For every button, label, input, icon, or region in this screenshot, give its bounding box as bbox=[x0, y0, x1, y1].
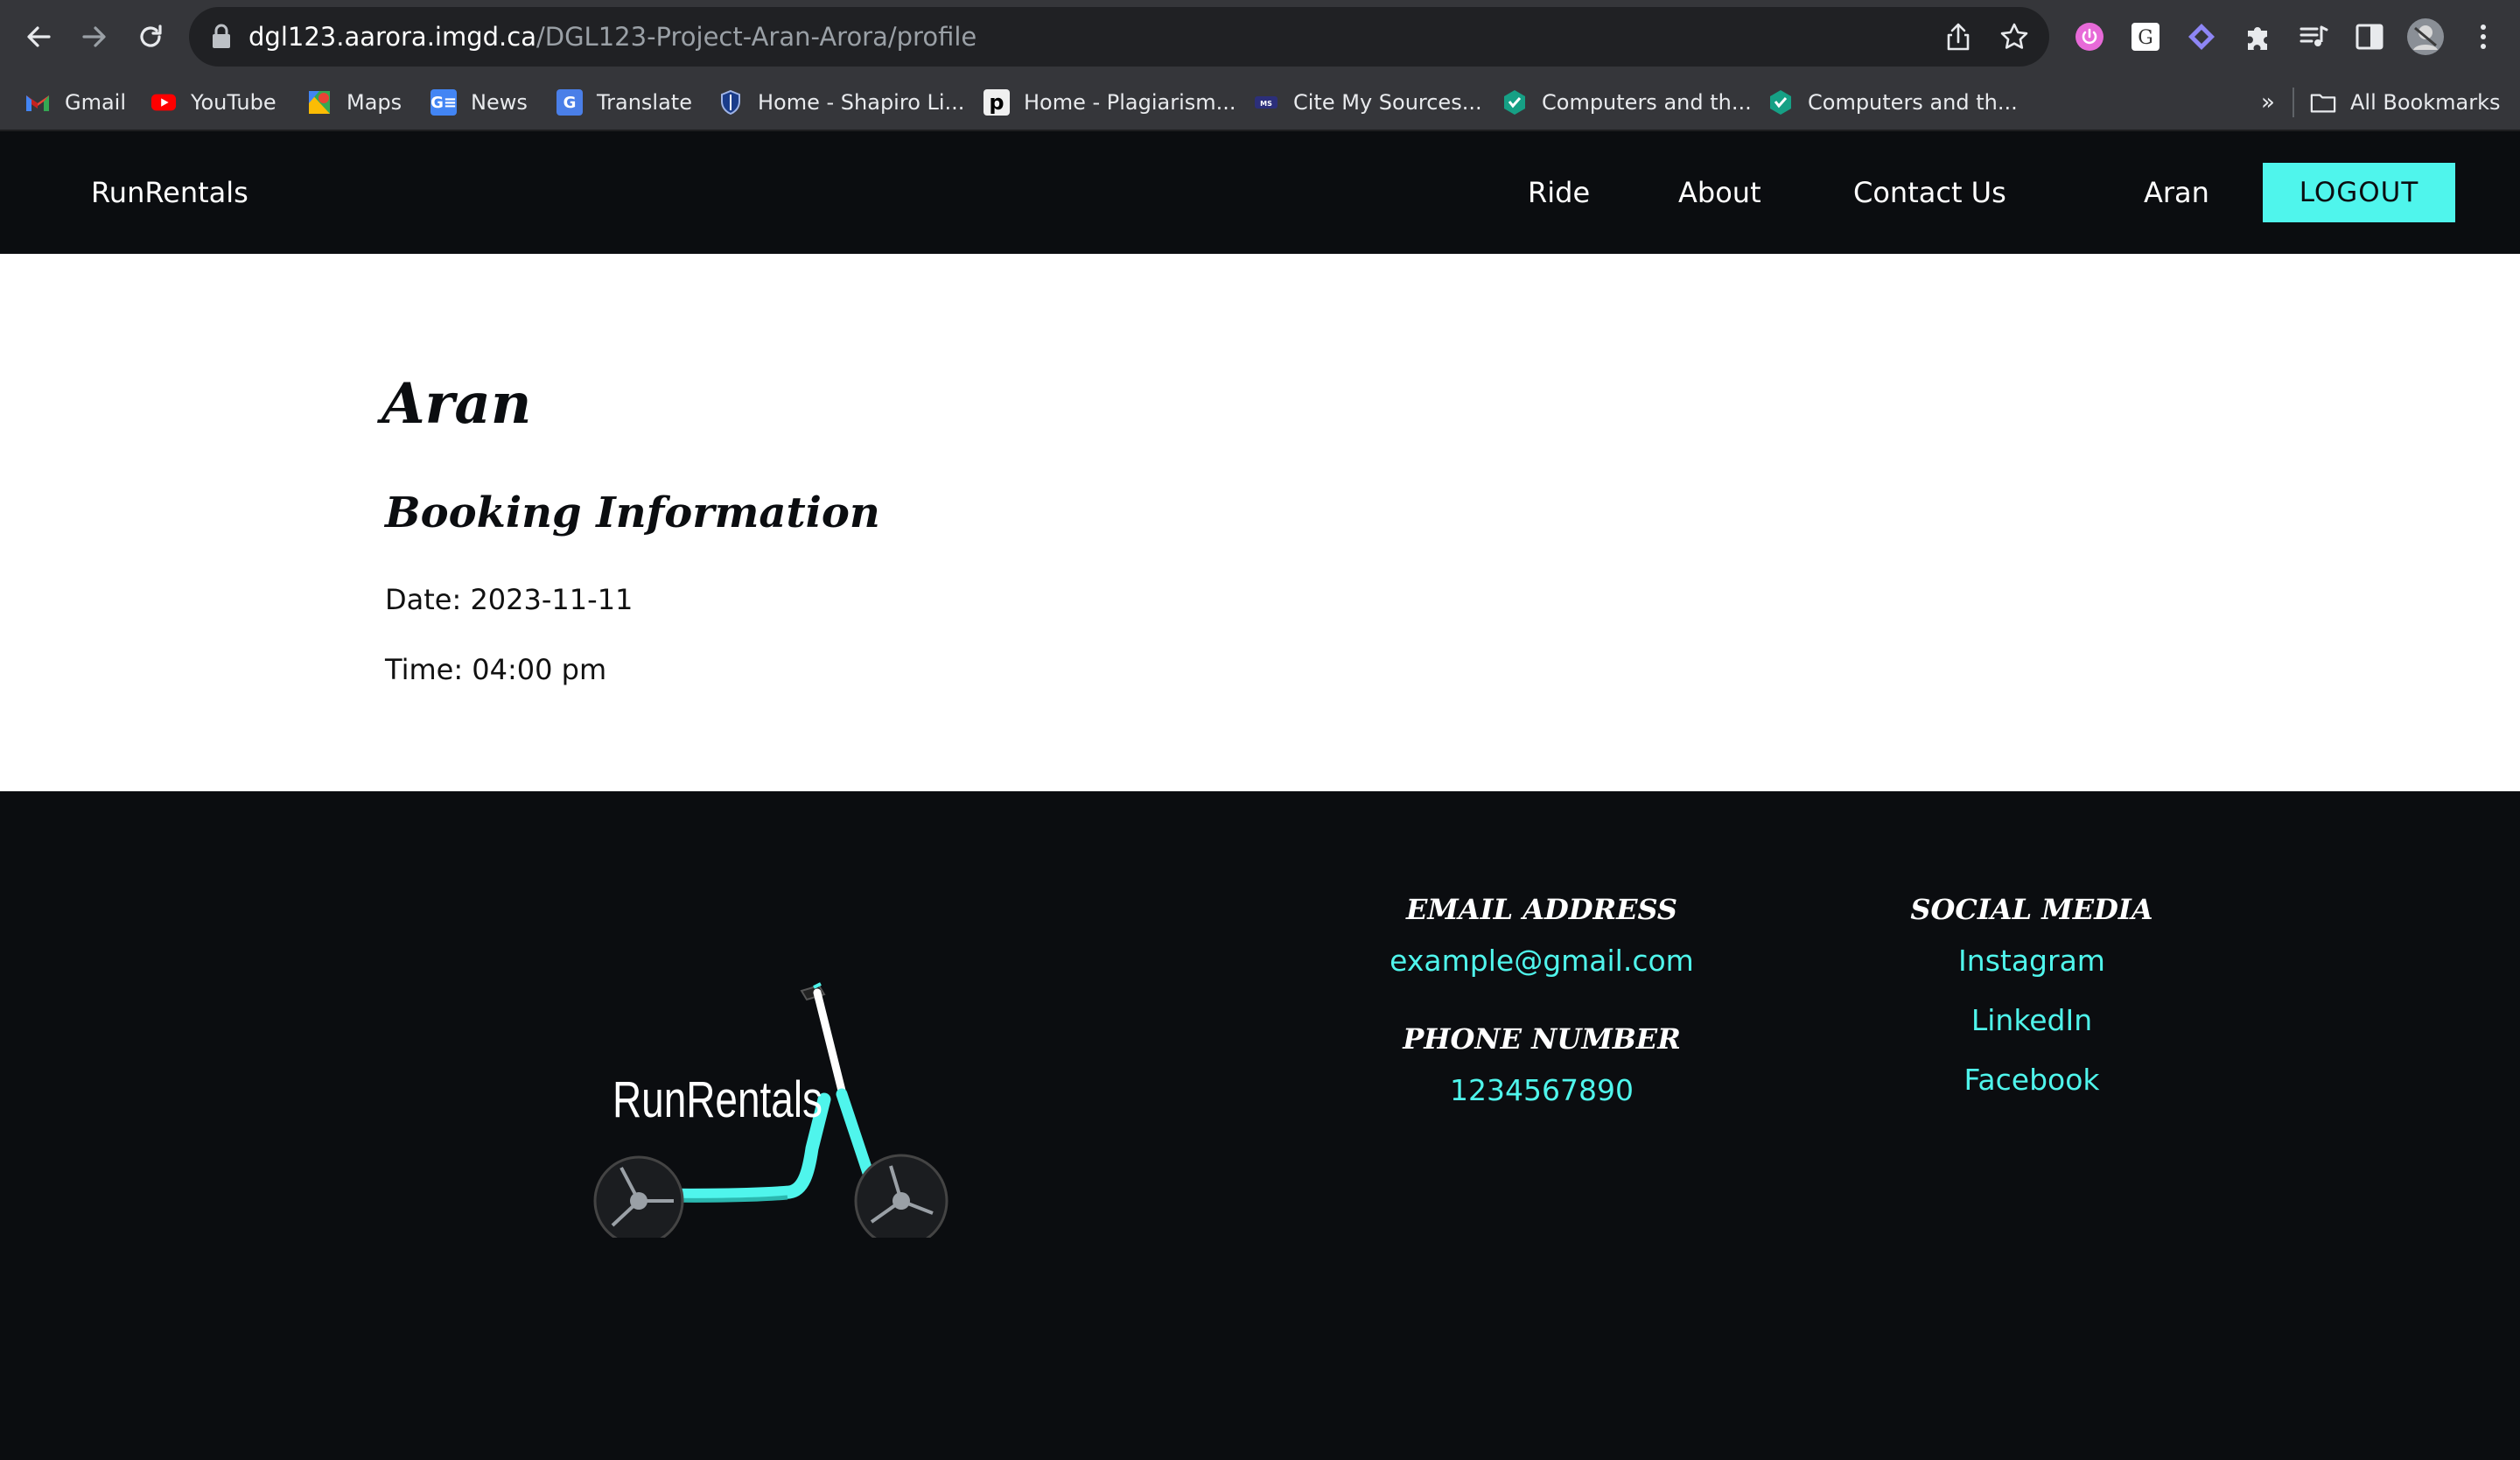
shield-icon bbox=[718, 89, 744, 116]
svg-text:G: G bbox=[2138, 27, 2153, 49]
folder-icon bbox=[2310, 89, 2336, 116]
cite-icon: MS bbox=[1253, 89, 1279, 116]
phone-link[interactable]: 1234567890 bbox=[1450, 1073, 1634, 1107]
bookmark-plagiarism[interactable]: p Home - Plagiarism... bbox=[984, 74, 1236, 131]
bookmark-label: Cite My Sources... bbox=[1293, 90, 1482, 115]
booking-date: Date: 2023-11-11 bbox=[385, 583, 634, 616]
linkedin-link[interactable]: LinkedIn bbox=[1971, 1003, 2092, 1037]
instagram-link[interactable]: Instagram bbox=[1958, 944, 2105, 978]
site-header: RunRentals Ride About Contact Us Aran LO… bbox=[0, 131, 2520, 254]
all-bookmarks-label: All Bookmarks bbox=[2350, 90, 2501, 115]
bookmark-computers-2[interactable]: Computers and th... bbox=[1768, 74, 2018, 131]
gmail-icon bbox=[24, 89, 51, 116]
nav-link-ride[interactable]: Ride bbox=[1528, 131, 1590, 254]
hexagon-icon bbox=[1768, 89, 1794, 116]
email-heading: EMAIL ADDRESS bbox=[1405, 893, 1678, 926]
url-path: /DGL123-Project-Aran-Arora/profile bbox=[536, 22, 977, 52]
more-bookmarks-button[interactable]: » bbox=[2261, 74, 2275, 131]
bookmark-label: Maps bbox=[346, 90, 402, 115]
logout-button[interactable]: LOGOUT bbox=[2263, 163, 2455, 222]
bookmark-label: Gmail bbox=[65, 90, 127, 115]
back-icon[interactable] bbox=[10, 0, 66, 74]
browser-toolbar: dgl123.aarora.imgd.ca/DGL123-Project-Ara… bbox=[0, 0, 2520, 74]
side-panel-icon[interactable] bbox=[2350, 18, 2389, 56]
media-control-icon[interactable] bbox=[2294, 18, 2333, 56]
booking-time: Time: 04:00 pm bbox=[385, 653, 607, 686]
facebook-link[interactable]: Facebook bbox=[1964, 1063, 2099, 1097]
email-link[interactable]: example@gmail.com bbox=[1390, 944, 1694, 978]
profile-avatar[interactable] bbox=[2406, 18, 2445, 56]
social-heading: SOCIAL MEDIA bbox=[1910, 893, 2153, 926]
bookmark-news[interactable]: G≡ News bbox=[430, 74, 528, 131]
footer-logo: RunRentals bbox=[560, 966, 962, 1257]
nav-user-link[interactable]: Aran bbox=[2144, 131, 2209, 254]
bookmarks-divider bbox=[2292, 88, 2294, 117]
bookmark-shapiro[interactable]: Home - Shapiro Li... bbox=[718, 74, 964, 131]
bookmark-star-icon[interactable] bbox=[1997, 19, 2032, 54]
plagiarism-icon: p bbox=[984, 89, 1010, 116]
diamond-extension-icon[interactable] bbox=[2182, 18, 2221, 56]
site-footer: RunRentals EMAIL ADDRESS example@gmail.c… bbox=[0, 791, 2520, 1460]
bookmark-label: News bbox=[471, 90, 528, 115]
share-icon[interactable] bbox=[1941, 19, 1976, 54]
booking-heading: Booking Information bbox=[385, 488, 880, 537]
svg-text:MS: MS bbox=[1260, 100, 1272, 108]
profile-name: Aran bbox=[382, 371, 532, 437]
nav-link-contact[interactable]: Contact Us bbox=[1853, 131, 2006, 254]
forward-icon[interactable] bbox=[66, 0, 122, 74]
hexagon-icon bbox=[1502, 89, 1528, 116]
url-host: dgl123.aarora.imgd.ca bbox=[248, 22, 536, 52]
profile-section: Aran Booking Information Date: 2023-11-1… bbox=[0, 254, 2520, 791]
bookmark-label: Home - Shapiro Li... bbox=[758, 90, 965, 115]
bookmark-youtube[interactable]: YouTube bbox=[150, 74, 276, 131]
lock-icon[interactable] bbox=[210, 23, 233, 51]
bookmark-label: Computers and th... bbox=[1808, 90, 2018, 115]
footer-logo-text: RunRentals bbox=[612, 1071, 822, 1128]
translate-icon: G bbox=[556, 89, 583, 116]
grammar-extension-icon[interactable]: G bbox=[2126, 18, 2165, 56]
address-bar[interactable]: dgl123.aarora.imgd.ca/DGL123-Project-Ara… bbox=[189, 7, 2049, 67]
nav-link-about[interactable]: About bbox=[1678, 131, 1761, 254]
puzzle-extensions-icon[interactable] bbox=[2238, 18, 2277, 56]
maps-icon bbox=[306, 89, 332, 116]
reload-icon[interactable] bbox=[122, 0, 178, 74]
bookmark-label: YouTube bbox=[191, 90, 276, 115]
phone-heading: PHONE NUMBER bbox=[1403, 1022, 1681, 1056]
youtube-icon bbox=[150, 89, 177, 116]
brand-link[interactable]: RunRentals bbox=[91, 131, 248, 254]
bookmark-label: Home - Plagiarism... bbox=[1024, 90, 1236, 115]
bookmark-translate[interactable]: G Translate bbox=[556, 74, 692, 131]
url-text[interactable]: dgl123.aarora.imgd.ca/DGL123-Project-Ara… bbox=[248, 7, 976, 67]
bookmark-computers-1[interactable]: Computers and th... bbox=[1502, 74, 1752, 131]
bookmark-label: Translate bbox=[597, 90, 692, 115]
bookmarks-bar: Gmail YouTube Maps G≡ News G Translate H… bbox=[0, 74, 2520, 131]
bookmark-maps[interactable]: Maps bbox=[306, 74, 402, 131]
bookmark-cite-my-sources[interactable]: MS Cite My Sources... bbox=[1253, 74, 1482, 131]
bookmark-label: Computers and th... bbox=[1542, 90, 1752, 115]
chrome-menu-icon[interactable] bbox=[2464, 18, 2502, 56]
bookmark-gmail[interactable]: Gmail bbox=[24, 74, 126, 131]
all-bookmarks-button[interactable]: All Bookmarks bbox=[2310, 74, 2500, 131]
news-icon: G≡ bbox=[430, 89, 457, 116]
power-extension-icon[interactable] bbox=[2070, 18, 2109, 56]
